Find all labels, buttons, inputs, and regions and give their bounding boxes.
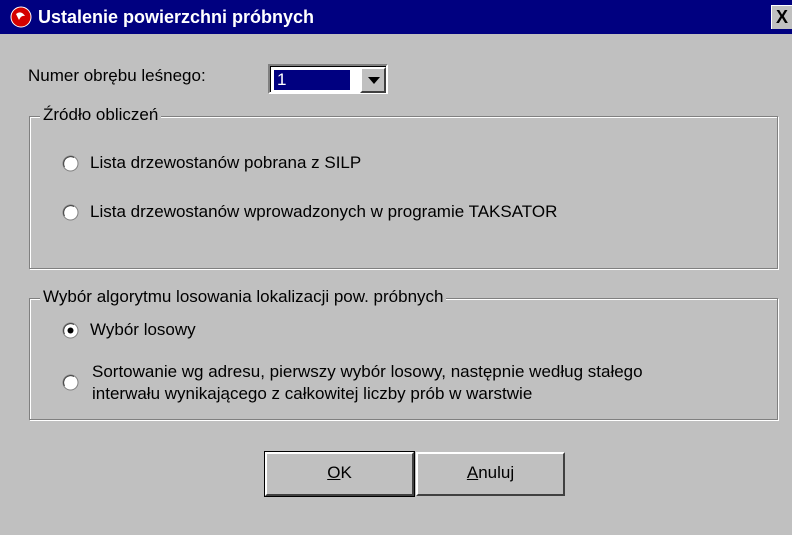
window-title: Ustalenie powierzchni próbnych xyxy=(38,7,315,27)
source-groupbox xyxy=(29,116,778,269)
district-number-select[interactable]: 1 xyxy=(268,64,388,94)
app-icon xyxy=(10,6,32,28)
district-number-label: Numer obrębu leśnego: xyxy=(28,66,206,85)
title-bar[interactable]: Ustalenie powierzchni próbnych X xyxy=(0,0,792,34)
algorithm-group-legend: Wybór algorytmu losowania lokalizacji po… xyxy=(40,287,447,307)
radio-sorted-selection[interactable] xyxy=(62,374,79,391)
district-number-value: 1 xyxy=(274,70,350,90)
random-selection-label[interactable]: Wybór losowy xyxy=(90,320,196,340)
cancel-button[interactable]: Anuluj xyxy=(416,452,565,496)
source-group-legend: Źródło obliczeń xyxy=(40,105,162,125)
dropdown-button[interactable] xyxy=(360,67,386,93)
sorted-selection-label-line1[interactable]: Sortowanie wg adresu, pierwszy wybór los… xyxy=(92,362,643,382)
cancel-label-rest: nuluj xyxy=(478,463,515,482)
ok-label-rest: K xyxy=(340,463,352,482)
ok-mnemonic: O xyxy=(327,463,341,482)
ok-button[interactable]: OK xyxy=(264,451,415,497)
source-option-taksator-label[interactable]: Lista drzewostanów wprowadzonych w progr… xyxy=(90,202,557,222)
sorted-selection-label-line2[interactable]: interwału wynikającego z całkowitej licz… xyxy=(92,384,532,404)
radio-random-selection[interactable] xyxy=(62,322,79,339)
radio-source-taksator[interactable] xyxy=(62,204,79,221)
cancel-mnemonic: A xyxy=(466,463,479,482)
dialog-window: Ustalenie powierzchni próbnych X Numer o… xyxy=(0,0,792,535)
source-option-silp-label[interactable]: Lista drzewostanów pobrana z SILP xyxy=(90,153,361,173)
chevron-down-icon xyxy=(368,77,380,84)
radio-source-silp[interactable] xyxy=(62,155,79,172)
close-button[interactable]: X xyxy=(771,5,792,29)
